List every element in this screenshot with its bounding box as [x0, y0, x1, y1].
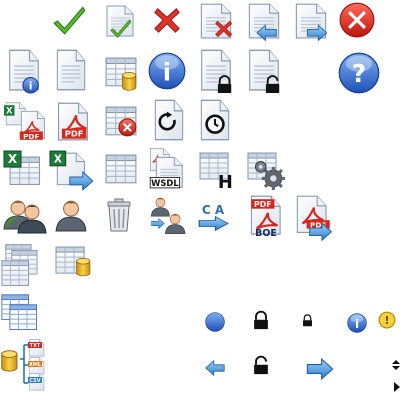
- trash-icon: [104, 198, 134, 232]
- csv-badge-label: CSV: [29, 378, 40, 384]
- document-icon: [54, 49, 88, 91]
- table-delete-icon: [104, 104, 138, 138]
- info-mark-label: i: [29, 80, 33, 93]
- document-unlocked-icon: [246, 49, 282, 94]
- convert-ca-icon: C A: [196, 202, 234, 232]
- pdf-export-icon: PDF: [294, 195, 334, 241]
- chevron-up-down-icon: [392, 360, 400, 370]
- header-letter-label: H: [218, 172, 233, 193]
- document-schedule-icon: [198, 99, 232, 141]
- table-settings-icon: [246, 150, 286, 190]
- table-database-add-icon: [54, 244, 92, 280]
- wsdl-document-icon: WSDL: [148, 148, 186, 190]
- document-info-icon: i: [6, 49, 42, 94]
- arrow-right-icon: [302, 358, 338, 380]
- tables-icon: [0, 242, 44, 288]
- excel-export-icon: X: [3, 150, 44, 190]
- pdf-boe-icon: PDF BOE: [248, 195, 284, 239]
- pdf-badge-label: PDF: [254, 200, 272, 209]
- error-icon: [339, 2, 375, 38]
- pdf-icon: PDF: [55, 102, 91, 142]
- warning-icon: !: [378, 311, 396, 329]
- warning-mark-label: !: [385, 314, 390, 327]
- excel-send-icon: X: [49, 150, 94, 192]
- table-database-icon: [104, 55, 138, 91]
- lock-open-icon: [251, 355, 271, 377]
- document-approved-icon: [104, 3, 136, 39]
- document-refresh-icon: [152, 99, 186, 141]
- wsdl-badge-label: WSDL: [151, 178, 179, 188]
- document-locked-icon: [198, 49, 234, 94]
- excel-badge-label: X: [6, 106, 13, 116]
- excel-badge-label: X: [8, 152, 18, 166]
- boe-badge-label: BOE: [255, 228, 277, 239]
- delete-icon: [152, 5, 182, 35]
- help-mark-label: ?: [352, 59, 366, 88]
- chevron-right-icon: [394, 382, 400, 392]
- small-lock-icon: [301, 314, 314, 328]
- blue-circle-icon: [205, 312, 225, 332]
- txt-badge-label: TXT: [30, 343, 41, 349]
- excel-to-pdf-icon: X PDF: [4, 102, 46, 142]
- pdf-badge-label: PDF: [65, 128, 84, 138]
- user-transfer-icon: [150, 196, 188, 236]
- info-mark-label: i: [355, 317, 359, 331]
- info-mark-label: i: [163, 59, 171, 87]
- tables-blue-icon: [0, 292, 40, 334]
- document-import-icon: [246, 3, 282, 41]
- xml-badge-label: XML: [29, 362, 42, 368]
- table-icon: [104, 152, 138, 186]
- converter-letters: C A: [202, 203, 225, 217]
- users-icon: [2, 194, 48, 238]
- info-small-icon: i: [347, 313, 367, 333]
- pdf-badge-label: PDF: [23, 132, 39, 141]
- arrow-left-icon: [204, 360, 226, 376]
- excel-badge-label: X: [54, 154, 62, 166]
- user-icon: [54, 198, 88, 232]
- table-header-icon: H: [198, 150, 236, 193]
- check-icon: [50, 3, 90, 37]
- lock-icon: [251, 310, 271, 332]
- info-icon: i: [148, 52, 186, 90]
- database-export-formats-icon: TXT XML CSV: [0, 339, 50, 391]
- document-export-icon: [293, 3, 329, 41]
- document-delete-icon: [198, 3, 234, 39]
- help-icon: ?: [338, 52, 380, 94]
